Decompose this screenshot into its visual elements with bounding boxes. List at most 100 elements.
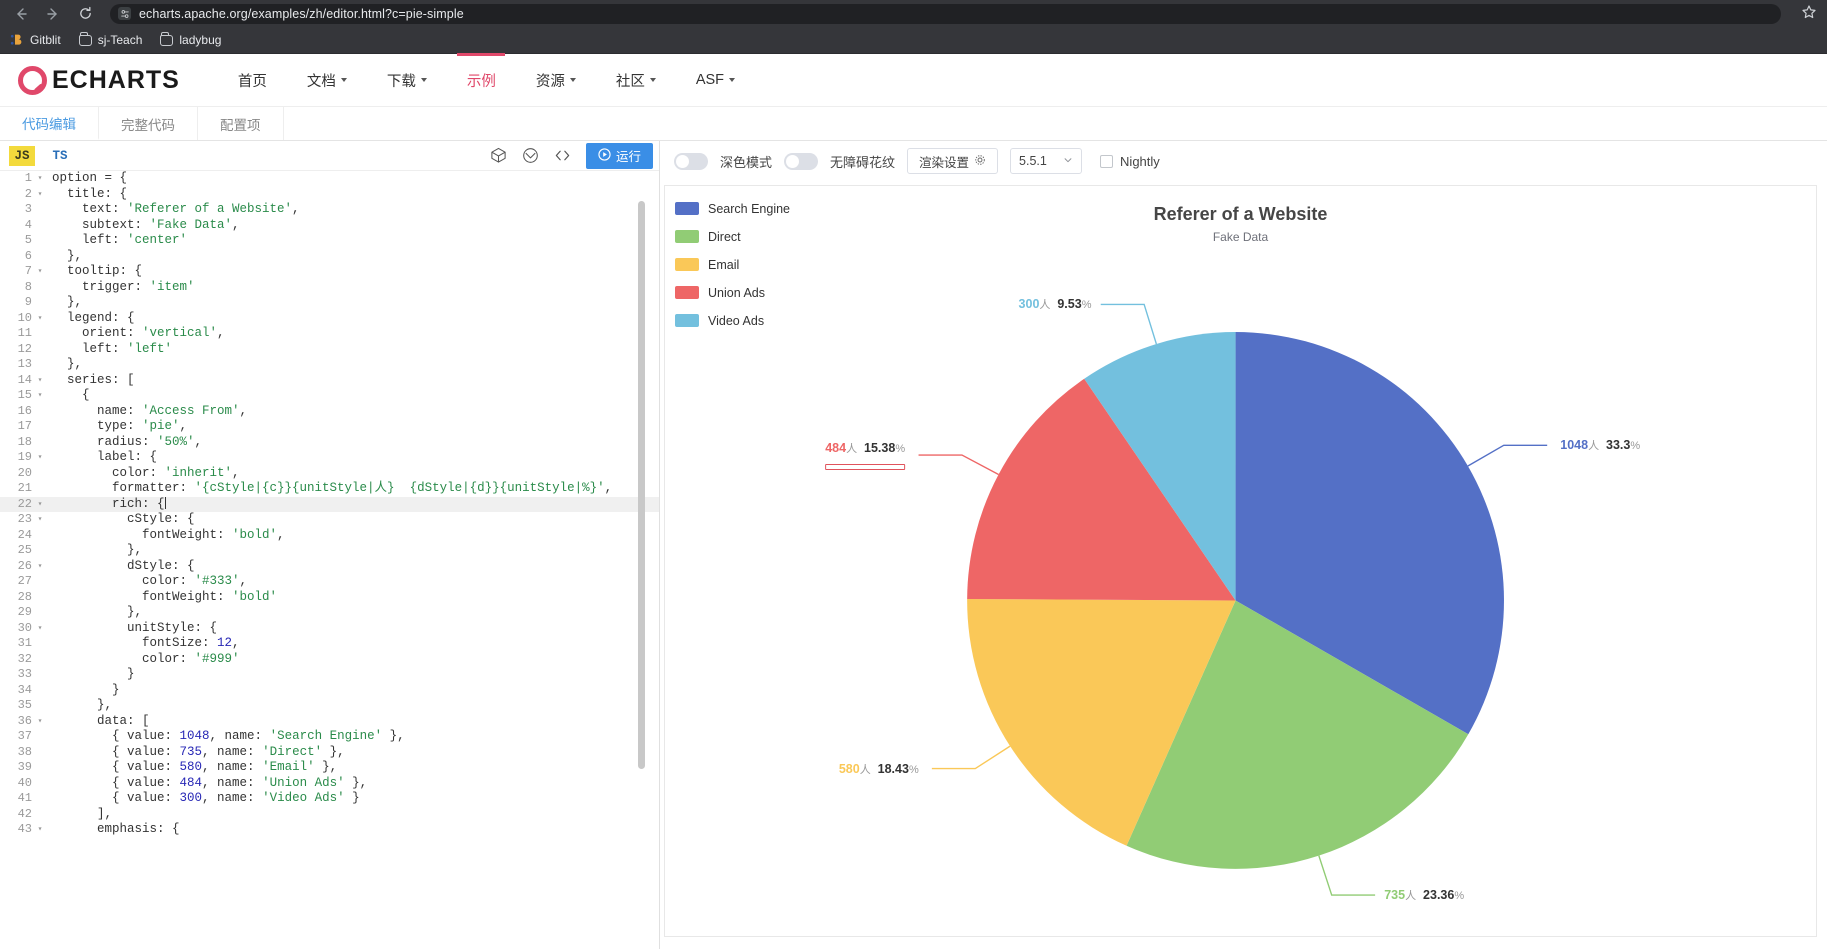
- code-line[interactable]: 38 { value: 735, name: 'Direct' },: [0, 745, 659, 761]
- nav-label: 文档: [306, 73, 336, 90]
- code-toolbar: JS TS 运行: [0, 141, 659, 171]
- fold-toggle-icon[interactable]: ▾: [34, 171, 46, 187]
- bookmark-ladybug[interactable]: ladybug: [160, 32, 221, 47]
- code-line[interactable]: 35 },: [0, 698, 659, 714]
- run-button[interactable]: 运行: [585, 142, 653, 169]
- render-settings-button[interactable]: 渲染设置: [907, 148, 999, 174]
- nav-item-resources[interactable]: 资源: [516, 54, 596, 106]
- code-brackets-icon[interactable]: [554, 147, 572, 165]
- code-scrollbar[interactable]: [638, 201, 645, 769]
- chevron-down-icon: [420, 78, 427, 82]
- fold-toggle-icon[interactable]: ▾: [34, 497, 46, 513]
- back-arrow-icon[interactable]: [10, 3, 32, 25]
- lang-toggle-ts[interactable]: TS: [47, 146, 73, 166]
- code-line[interactable]: 33 }: [0, 667, 659, 683]
- code-text-area[interactable]: 1 ▾ option = {2 ▾ title: {3 text: 'Referer …: [0, 171, 659, 949]
- code-line[interactable]: 6 },: [0, 249, 659, 265]
- fold-toggle-icon[interactable]: ▾: [34, 264, 46, 280]
- code-line[interactable]: 16 name: 'Access From',: [0, 404, 659, 420]
- code-line[interactable]: 43 ▾ emphasis: {: [0, 822, 659, 838]
- code-line[interactable]: 37 { value: 1048, name: 'Search Engine' …: [0, 729, 659, 745]
- lang-toggle-js[interactable]: JS: [9, 145, 35, 166]
- tab-code-editor[interactable]: 代码编辑: [0, 107, 99, 140]
- tab-config-options[interactable]: 配置项: [198, 107, 284, 140]
- reload-icon[interactable]: [74, 3, 96, 25]
- palette-icon[interactable]: [490, 147, 508, 165]
- forward-arrow-icon[interactable]: [42, 3, 64, 25]
- star-icon[interactable]: [1801, 4, 1817, 23]
- dark-mode-toggle[interactable]: [674, 152, 708, 170]
- accessibility-pattern-toggle[interactable]: [784, 152, 819, 170]
- address-bar[interactable]: echarts.apache.org/examples/zh/editor.ht…: [110, 3, 1781, 24]
- code-line[interactable]: 17 type: 'pie',: [0, 419, 659, 435]
- code-line[interactable]: 40 { value: 484, name: 'Union Ads' },: [0, 776, 659, 792]
- code-line[interactable]: 24 fontWeight: 'bold',: [0, 528, 659, 544]
- code-line[interactable]: 8 trigger: 'item': [0, 280, 659, 296]
- site-settings-icon[interactable]: [118, 7, 131, 20]
- nav-item-community[interactable]: 社区: [596, 54, 676, 106]
- code-line[interactable]: 26 ▾ dStyle: {: [0, 559, 659, 575]
- code-line[interactable]: 32 color: '#999': [0, 652, 659, 668]
- code-line[interactable]: 13 },: [0, 357, 659, 373]
- code-line[interactable]: 28 fontWeight: 'bold': [0, 590, 659, 606]
- fold-toggle-icon[interactable]: ▾: [34, 388, 46, 404]
- code-line[interactable]: 19 ▾ label: {: [0, 450, 659, 466]
- tab-full-code[interactable]: 完整代码: [99, 107, 198, 140]
- fold-toggle-icon[interactable]: ▾: [34, 512, 46, 528]
- code-line[interactable]: 20 color: 'inherit',: [0, 466, 659, 482]
- nightly-checkbox[interactable]: [1100, 154, 1114, 168]
- code-line[interactable]: 23 ▾ cStyle: {: [0, 512, 659, 528]
- fold-toggle-icon[interactable]: ▾: [34, 822, 46, 838]
- nav-item-asf[interactable]: ASF: [676, 54, 755, 106]
- code-line[interactable]: 34 }: [0, 683, 659, 699]
- code-line[interactable]: 21 formatter: '{cStyle|{c}}{unitStyle|人}…: [0, 481, 659, 497]
- code-line[interactable]: 39 { value: 580, name: 'Email' },: [0, 760, 659, 776]
- nav-item-examples[interactable]: 示例: [447, 54, 516, 106]
- bookmark-sj-teach[interactable]: sj-Teach: [78, 32, 142, 47]
- code-line[interactable]: 18 radius: '50%',: [0, 435, 659, 451]
- code-line[interactable]: 7 ▾ tooltip: {: [0, 264, 659, 280]
- cube-icon[interactable]: [522, 147, 540, 165]
- line-number: 9: [24, 295, 32, 309]
- code-line[interactable]: 9 },: [0, 295, 659, 311]
- code-line[interactable]: 29 },: [0, 605, 659, 621]
- chart-canvas-frame[interactable]: Referer of a Website Fake Data Search En…: [664, 185, 1817, 937]
- bookmark-gitblit[interactable]: Gitblit: [10, 33, 61, 47]
- code-line[interactable]: 31 fontSize: 12,: [0, 636, 659, 652]
- fold-toggle-icon[interactable]: ▾: [34, 621, 46, 637]
- nav-item-docs[interactable]: 文档: [287, 54, 367, 106]
- fold-toggle-icon[interactable]: ▾: [34, 450, 46, 466]
- code-line[interactable]: 27 color: '#333',: [0, 574, 659, 590]
- nav-item-home[interactable]: 首页: [218, 54, 287, 106]
- code-line[interactable]: 11 orient: 'vertical',: [0, 326, 659, 342]
- fold-toggle-icon[interactable]: ▾: [34, 311, 46, 327]
- fold-toggle-icon[interactable]: ▾: [34, 373, 46, 389]
- code-line[interactable]: 15 ▾ {: [0, 388, 659, 404]
- echarts-logo[interactable]: ECHARTS: [18, 65, 180, 95]
- code-line[interactable]: 12 left: 'left': [0, 342, 659, 358]
- fold-toggle-icon[interactable]: ▾: [34, 714, 46, 730]
- nav-item-download[interactable]: 下载: [367, 54, 447, 106]
- code-line[interactable]: 36 ▾ data: [: [0, 714, 659, 730]
- pie-label-gap: [1416, 888, 1423, 902]
- line-number: 22: [17, 496, 32, 511]
- code-line[interactable]: 1 ▾ option = {: [0, 171, 659, 187]
- fold-toggle-icon[interactable]: ▾: [34, 559, 46, 575]
- code-line[interactable]: 42 ],: [0, 807, 659, 823]
- code-line[interactable]: 30 ▾ unitStyle: {: [0, 621, 659, 637]
- nightly-checkbox-wrap[interactable]: Nightly: [1100, 154, 1160, 169]
- code-line[interactable]: 41 { value: 300, name: 'Video Ads' }: [0, 791, 659, 807]
- code-line[interactable]: 10 ▾ legend: {: [0, 311, 659, 327]
- fold-toggle-icon[interactable]: ▾: [34, 187, 46, 203]
- code-line[interactable]: 22 ▾ rich: {: [0, 496, 659, 513]
- code-line[interactable]: 2 ▾ title: {: [0, 187, 659, 203]
- code-line[interactable]: 3 text: 'Referer of a Website',: [0, 202, 659, 218]
- version-select[interactable]: 5.5.1: [1010, 148, 1083, 174]
- code-line[interactable]: 4 subtext: 'Fake Data',: [0, 218, 659, 234]
- code-line[interactable]: 14 ▾ series: [: [0, 373, 659, 389]
- code-line[interactable]: 5 left: 'center': [0, 233, 659, 249]
- code-line[interactable]: 25 },: [0, 543, 659, 559]
